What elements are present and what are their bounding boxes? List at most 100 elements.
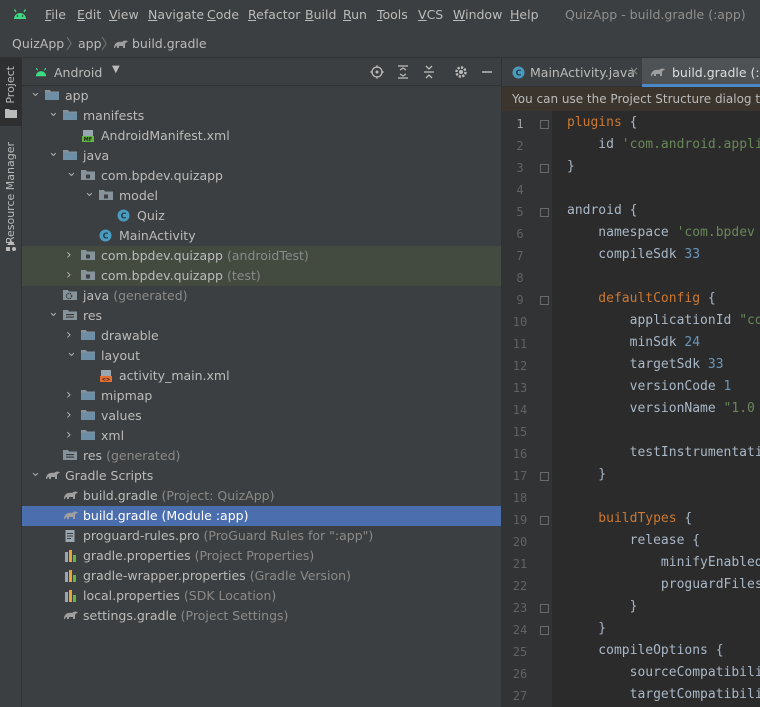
fold-marker-icon[interactable]	[540, 626, 549, 635]
tree-item[interactable]: gradle.properties (Project Properties)	[22, 546, 501, 566]
fold-marker-icon[interactable]	[540, 604, 549, 613]
menu-window[interactable]: Window	[453, 7, 502, 22]
tree-item[interactable]: res (generated)	[22, 446, 501, 466]
code-line: }	[567, 467, 606, 482]
line-number: 8	[516, 271, 524, 285]
hide-panel-icon[interactable]	[480, 65, 494, 79]
chevron-right-icon[interactable]: ›	[66, 247, 76, 263]
breadcrumb-file[interactable]: build.gradle	[132, 36, 207, 51]
chevron-down-icon[interactable]: ⌄	[30, 85, 41, 100]
chevron-right-icon[interactable]: ›	[66, 267, 76, 283]
tree-item[interactable]: ⌄ layout	[22, 345, 501, 366]
tree-item[interactable]: ⌄ res	[22, 305, 501, 326]
tree-item[interactable]: local.properties (SDK Location)	[22, 586, 501, 606]
locate-file-icon[interactable]	[370, 65, 384, 79]
tree-item-name: Quiz	[137, 208, 165, 223]
tab-main-activity[interactable]: C MainActivity.java ×	[502, 58, 642, 87]
chevron-down-icon[interactable]: ⌄	[48, 305, 59, 320]
view-mode-selector[interactable]: Android	[54, 65, 102, 80]
resource-manager-icon	[6, 240, 16, 251]
window-title: QuizApp - build.gradle (:app)	[565, 7, 746, 22]
tree-item[interactable]: › com.bpdev.quizapp (androidTest)	[22, 246, 501, 266]
fold-marker-icon[interactable]	[540, 164, 549, 173]
line-number: 16	[512, 447, 528, 461]
chevron-right-icon[interactable]: ›	[66, 427, 76, 443]
tree-item[interactable]: java (generated)	[22, 286, 501, 306]
code-line: defaultConfig {	[567, 291, 715, 306]
tree-item-name: gradle-wrapper.properties	[83, 568, 246, 583]
menu-tools[interactable]: Tools	[377, 7, 408, 22]
tree-item[interactable]: › mipmap	[22, 386, 501, 406]
tree-item[interactable]: › com.bpdev.quizapp (test)	[22, 266, 501, 286]
breadcrumb-project[interactable]: QuizApp	[12, 36, 64, 51]
code-area[interactable]: 1 plugins {2 id 'com.android.appli 3} 4 5 and…	[502, 111, 760, 707]
tree-item[interactable]: C MainActivity	[22, 226, 501, 246]
menu-navigate[interactable]: Navigate	[148, 7, 204, 22]
resource-manager-tool-button[interactable]: Resource Manager	[0, 138, 22, 258]
tree-item[interactable]: ⌄ model	[22, 185, 501, 206]
tree-item[interactable]: C Quiz	[22, 206, 501, 226]
chevron-down-icon[interactable]: ⌄	[48, 145, 59, 160]
chevron-down-icon[interactable]: ⌄	[30, 465, 41, 480]
menu-vcs[interactable]: VCS	[418, 7, 443, 22]
menu-run[interactable]: Run	[343, 7, 367, 22]
tree-item[interactable]: proguard-rules.pro (ProGuard Rules for ":…	[22, 526, 501, 546]
chevron-down-icon[interactable]: ⌄	[66, 165, 77, 180]
fold-marker-icon[interactable]	[540, 516, 549, 525]
dropdown-arrow-icon[interactable]: ▼	[112, 64, 120, 75]
chevron-down-icon[interactable]: ⌄	[66, 345, 77, 360]
tree-item[interactable]: ⌄ com.bpdev.quizapp	[22, 165, 501, 186]
menu-file[interactable]: File	[45, 7, 66, 22]
line-number: 4	[516, 183, 524, 197]
menu-code[interactable]: Code	[207, 7, 239, 22]
tree-item[interactable]: ⌄ app	[22, 85, 501, 106]
close-tab-icon[interactable]: ×	[629, 64, 639, 78]
gear-icon[interactable]	[454, 65, 468, 79]
chevron-down-icon[interactable]: ⌄	[84, 185, 95, 200]
tree-item[interactable]: › drawable	[22, 326, 501, 346]
class-icon: C	[117, 209, 131, 223]
tree-item[interactable]: gradle-wrapper.properties (Gradle Version…	[22, 566, 501, 586]
project-tool-button[interactable]: Project	[0, 58, 22, 126]
tree-item[interactable]: MF AndroidManifest.xml	[22, 126, 501, 146]
code-token: buildTypes	[567, 511, 677, 526]
collapse-all-icon[interactable]	[422, 65, 436, 79]
gradle-icon	[63, 489, 78, 503]
tree-item[interactable]: ⌄ manifests	[22, 105, 501, 126]
menu-view[interactable]: View	[109, 7, 139, 22]
gradle-icon	[63, 609, 78, 623]
chevron-down-icon[interactable]: ⌄	[48, 105, 59, 120]
project-panel-header: Android ▼	[22, 58, 501, 86]
fold-marker-icon[interactable]	[540, 296, 549, 305]
tree-item[interactable]: › values	[22, 406, 501, 426]
tree-item[interactable]: ⌄ Gradle Scripts	[22, 465, 501, 486]
chevron-right-icon[interactable]: ›	[66, 387, 76, 403]
tree-item-hint: (test)	[227, 268, 261, 283]
code-token: id	[567, 137, 622, 152]
code-token: proguardFiles	[567, 577, 760, 592]
menu-refactor[interactable]: Refactor	[248, 7, 300, 22]
fold-marker-icon[interactable]	[540, 472, 549, 481]
tree-item[interactable]: ⌄ java	[22, 145, 501, 166]
package-icon	[99, 189, 113, 203]
tree-item[interactable]: build.gradle (Module :app)	[22, 506, 501, 526]
tree-item[interactable]: build.gradle (Project: QuizApp)	[22, 486, 501, 506]
breadcrumb-module[interactable]: app	[78, 36, 102, 51]
chevron-right-icon[interactable]: ›	[66, 327, 76, 343]
menu-help[interactable]: Help	[510, 7, 539, 22]
project-tool-label: Project	[4, 66, 17, 104]
menu-edit[interactable]: Edit	[77, 7, 101, 22]
tree-item[interactable]: <> activity_main.xml	[22, 366, 501, 386]
text-file-icon	[63, 529, 77, 543]
expand-all-icon[interactable]	[396, 65, 410, 79]
fold-marker-icon[interactable]	[540, 208, 549, 217]
tree-item[interactable]: settings.gradle (Project Settings)	[22, 606, 501, 626]
chevron-right-icon[interactable]: ›	[66, 407, 76, 423]
code-line: id 'com.android.appli	[567, 137, 760, 152]
fold-marker-icon[interactable]	[540, 120, 549, 129]
tab-build-gradle[interactable]: build.gradle (:app	[642, 58, 760, 87]
tree-item-name: com.bpdev.quizapp	[101, 268, 223, 283]
code-token: compileOptions {	[567, 643, 724, 658]
menu-build[interactable]: Build	[305, 7, 336, 22]
tree-item[interactable]: › xml	[22, 426, 501, 446]
